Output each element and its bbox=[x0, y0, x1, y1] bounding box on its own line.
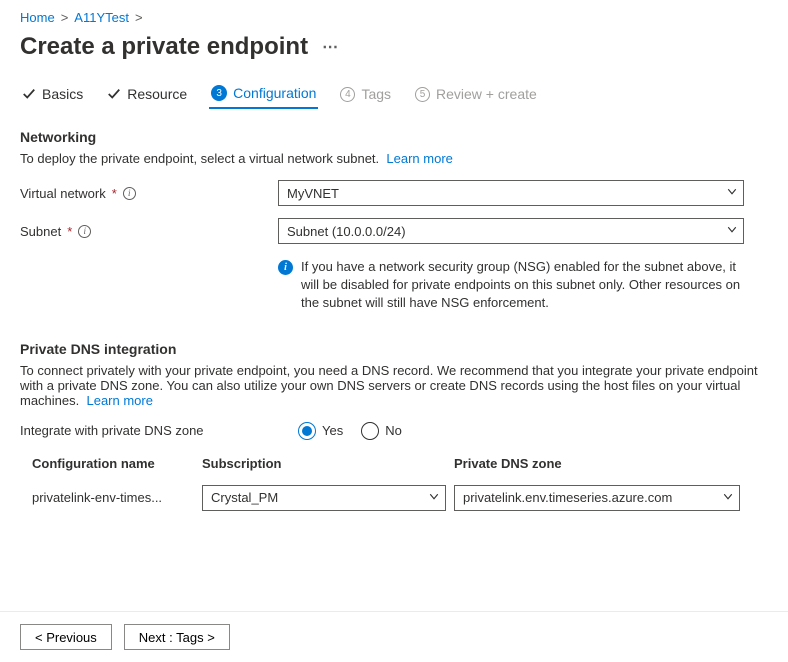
radio-yes-label: Yes bbox=[322, 423, 343, 438]
tab-configuration[interactable]: 3 Configuration bbox=[209, 81, 318, 109]
info-icon[interactable]: i bbox=[78, 225, 91, 238]
required-indicator: * bbox=[112, 186, 117, 201]
dns-desc: To connect privately with your private e… bbox=[20, 363, 768, 408]
tab-label: Tags bbox=[361, 86, 391, 102]
step-number-icon: 4 bbox=[340, 87, 355, 102]
tab-label: Basics bbox=[42, 86, 83, 102]
tab-resource[interactable]: Resource bbox=[105, 82, 189, 108]
check-icon bbox=[107, 87, 121, 101]
required-indicator: * bbox=[67, 224, 72, 239]
breadcrumb-a11ytest[interactable]: A11YTest bbox=[74, 10, 129, 25]
radio-yes[interactable]: Yes bbox=[298, 422, 343, 440]
info-icon[interactable]: i bbox=[123, 187, 136, 200]
dns-zone-select[interactable]: privatelink.env.timeseries.azure.com bbox=[454, 485, 740, 511]
radio-circle-icon bbox=[298, 422, 316, 440]
tab-basics[interactable]: Basics bbox=[20, 82, 85, 108]
tab-tags: 4 Tags bbox=[338, 82, 393, 108]
step-number-icon: 5 bbox=[415, 87, 430, 102]
subnet-select[interactable]: Subnet (10.0.0.0/24) bbox=[278, 218, 744, 244]
subnet-select-value: Subnet (10.0.0.0/24) bbox=[278, 218, 744, 244]
vnet-select-value: MyVNET bbox=[278, 180, 744, 206]
dns-learn-more-link[interactable]: Learn more bbox=[86, 393, 152, 408]
networking-desc-text: To deploy the private endpoint, select a… bbox=[20, 151, 379, 166]
radio-no[interactable]: No bbox=[361, 422, 402, 440]
subnet-label-text: Subnet bbox=[20, 224, 61, 239]
vnet-select[interactable]: MyVNET bbox=[278, 180, 744, 206]
col-subscription: Subscription bbox=[202, 456, 454, 471]
networking-learn-more-link[interactable]: Learn more bbox=[386, 151, 452, 166]
page-title-text: Create a private endpoint bbox=[20, 33, 308, 61]
more-actions-icon[interactable]: ⋯ bbox=[322, 37, 339, 57]
tab-review-create: 5 Review + create bbox=[413, 82, 539, 108]
tab-label: Review + create bbox=[436, 86, 537, 102]
networking-desc: To deploy the private endpoint, select a… bbox=[20, 151, 768, 166]
check-icon bbox=[22, 87, 36, 101]
dns-title: Private DNS integration bbox=[20, 341, 768, 357]
info-icon: i bbox=[278, 260, 293, 275]
radio-circle-icon bbox=[361, 422, 379, 440]
tab-label: Configuration bbox=[233, 85, 316, 101]
col-dns-zone: Private DNS zone bbox=[454, 456, 768, 471]
dns-table-row: privatelink-env-times... Crystal_PM priv… bbox=[32, 479, 768, 517]
breadcrumb: Home > A11YTest > bbox=[20, 10, 768, 31]
wizard-footer: < Previous Next : Tags > bbox=[0, 611, 788, 662]
dns-subscription-select[interactable]: Crystal_PM bbox=[202, 485, 446, 511]
integrate-label: Integrate with private DNS zone bbox=[20, 423, 298, 438]
breadcrumb-home[interactable]: Home bbox=[20, 10, 55, 25]
step-number-icon: 3 bbox=[211, 85, 227, 101]
vnet-label-text: Virtual network bbox=[20, 186, 106, 201]
dns-subscription-value: Crystal_PM bbox=[202, 485, 446, 511]
dns-config-table: Configuration name Subscription Private … bbox=[32, 456, 768, 517]
previous-button[interactable]: < Previous bbox=[20, 624, 112, 650]
chevron-right-icon: > bbox=[135, 10, 143, 25]
networking-title: Networking bbox=[20, 129, 768, 145]
col-config-name: Configuration name bbox=[32, 456, 202, 471]
tab-label: Resource bbox=[127, 86, 187, 102]
radio-no-label: No bbox=[385, 423, 402, 438]
next-button[interactable]: Next : Tags > bbox=[124, 624, 230, 650]
page-title: Create a private endpoint ⋯ bbox=[20, 33, 768, 61]
wizard-tabs: Basics Resource 3 Configuration 4 Tags 5… bbox=[20, 81, 768, 109]
dns-config-name: privatelink-env-times... bbox=[32, 490, 202, 505]
chevron-right-icon: > bbox=[61, 10, 69, 25]
dns-table-header: Configuration name Subscription Private … bbox=[32, 456, 768, 479]
vnet-label: Virtual network * i bbox=[20, 186, 278, 201]
dns-zone-value: privatelink.env.timeseries.azure.com bbox=[454, 485, 740, 511]
subnet-label: Subnet * i bbox=[20, 224, 278, 239]
integrate-radio-group: Yes No bbox=[298, 422, 402, 440]
nsg-note: If you have a network security group (NS… bbox=[301, 258, 744, 313]
